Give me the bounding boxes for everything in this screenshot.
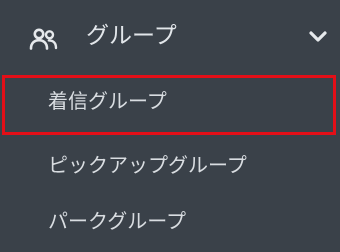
chevron-down-icon[interactable] bbox=[309, 30, 327, 44]
submenu-item-incoming-group[interactable]: 着信グループ bbox=[0, 74, 340, 132]
submenu-item-park-group[interactable]: パークグループ bbox=[0, 194, 340, 252]
submenu-item-pickup-group[interactable]: ピックアップグループ bbox=[0, 138, 340, 196]
submenu-item-label: パークグループ bbox=[48, 209, 186, 233]
submenu-item-label: 着信グループ bbox=[48, 89, 167, 113]
group-menu-label: グループ bbox=[86, 23, 177, 49]
sidebar-menu: グループ 着信グループ ピックアップグループ パークグループ bbox=[0, 0, 340, 250]
group-users-icon bbox=[29, 28, 58, 50]
group-menu-header[interactable]: グループ bbox=[0, 0, 340, 72]
submenu-item-label: ピックアップグループ bbox=[48, 153, 247, 177]
